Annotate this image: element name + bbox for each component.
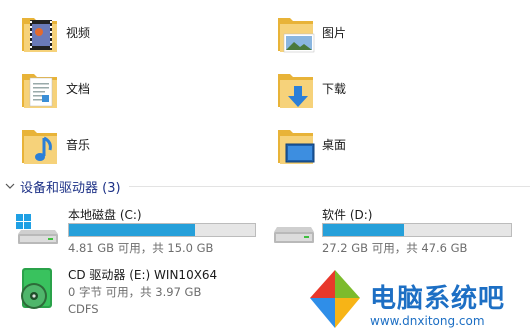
pictures-folder-icon [276, 10, 316, 54]
section-divider [128, 185, 530, 187]
office-logo-icon [304, 268, 366, 330]
watermark-brand: 电脑系统吧 [370, 284, 506, 314]
folder-label: 下载 [322, 81, 347, 96]
drive-free-space: 0 字节 可用，共 3.97 GB [68, 285, 202, 299]
drive-name: 本地磁盘 (C:) [68, 208, 142, 222]
devices-section-header[interactable]: 设备和驱动器 (3) [0, 176, 530, 196]
watermark: 电脑系统吧 www.dnxitong.com [304, 268, 530, 332]
downloads-folder-icon [276, 66, 316, 110]
folder-label: 桌面 [322, 137, 347, 152]
documents-folder-icon [20, 66, 60, 110]
drive-usage-fill [323, 224, 404, 236]
folder-pictures[interactable]: 图片 [276, 8, 346, 56]
drive-name: CD 驱动器 (E:) WIN10X64 [68, 268, 218, 282]
folder-documents[interactable]: 文档 [20, 64, 90, 112]
drive-name: 软件 (D:) [322, 208, 373, 222]
windows-drive-icon [14, 210, 62, 250]
video-folder-icon [20, 10, 60, 54]
watermark-url: www.dnxitong.com [370, 314, 485, 328]
folder-label: 文档 [66, 81, 91, 96]
chevron-down-icon[interactable] [3, 179, 17, 193]
drive-filesystem: CDFS [68, 302, 99, 316]
folder-music[interactable]: 音乐 [20, 120, 90, 168]
drive-free-space: 27.2 GB 可用，共 47.6 GB [322, 241, 468, 255]
drive-c[interactable]: 本地磁盘 (C:) 4.81 GB 可用，共 15.0 GB [0, 200, 262, 256]
section-title: 设备和驱动器 (3) [20, 180, 121, 196]
cd-drive-icon [14, 266, 62, 314]
drive-d[interactable]: 软件 (D:) 27.2 GB 可用，共 47.6 GB [262, 200, 530, 256]
folder-label: 图片 [322, 25, 347, 40]
drive-usage-bar [322, 223, 512, 237]
folder-desktop[interactable]: 桌面 [276, 120, 346, 168]
desktop-folder-icon [276, 122, 316, 166]
music-folder-icon [20, 122, 60, 166]
drive-usage-fill [69, 224, 196, 236]
hard-drive-icon [270, 214, 318, 250]
drive-free-space: 4.81 GB 可用，共 15.0 GB [68, 241, 214, 255]
folder-label: 视频 [66, 25, 91, 40]
folder-downloads[interactable]: 下载 [276, 64, 346, 112]
drive-e[interactable]: CD 驱动器 (E:) WIN10X64 0 字节 可用，共 3.97 GB C… [0, 260, 262, 320]
folder-videos[interactable]: 视频 [20, 8, 90, 56]
folder-label: 音乐 [66, 137, 91, 152]
drive-usage-bar [68, 223, 256, 237]
